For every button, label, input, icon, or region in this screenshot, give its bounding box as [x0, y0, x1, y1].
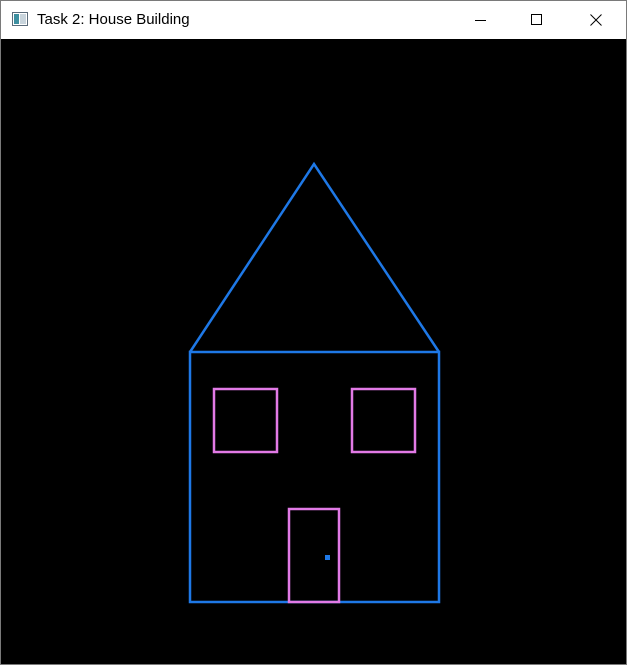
minimize-button[interactable] — [458, 1, 504, 39]
app-icon — [12, 12, 28, 26]
drawing-canvas[interactable] — [1, 39, 626, 664]
door-knob — [325, 555, 330, 560]
window-title: Task 2: House Building — [37, 11, 190, 28]
app-window: Task 2: House Building — [0, 0, 627, 665]
maximize-icon — [531, 14, 542, 25]
minimize-icon — [475, 20, 486, 21]
close-button[interactable] — [573, 1, 619, 39]
title-bar[interactable]: Task 2: House Building — [1, 1, 626, 39]
house-drawing — [1, 39, 626, 664]
close-icon — [590, 14, 602, 26]
maximize-button[interactable] — [514, 1, 560, 39]
